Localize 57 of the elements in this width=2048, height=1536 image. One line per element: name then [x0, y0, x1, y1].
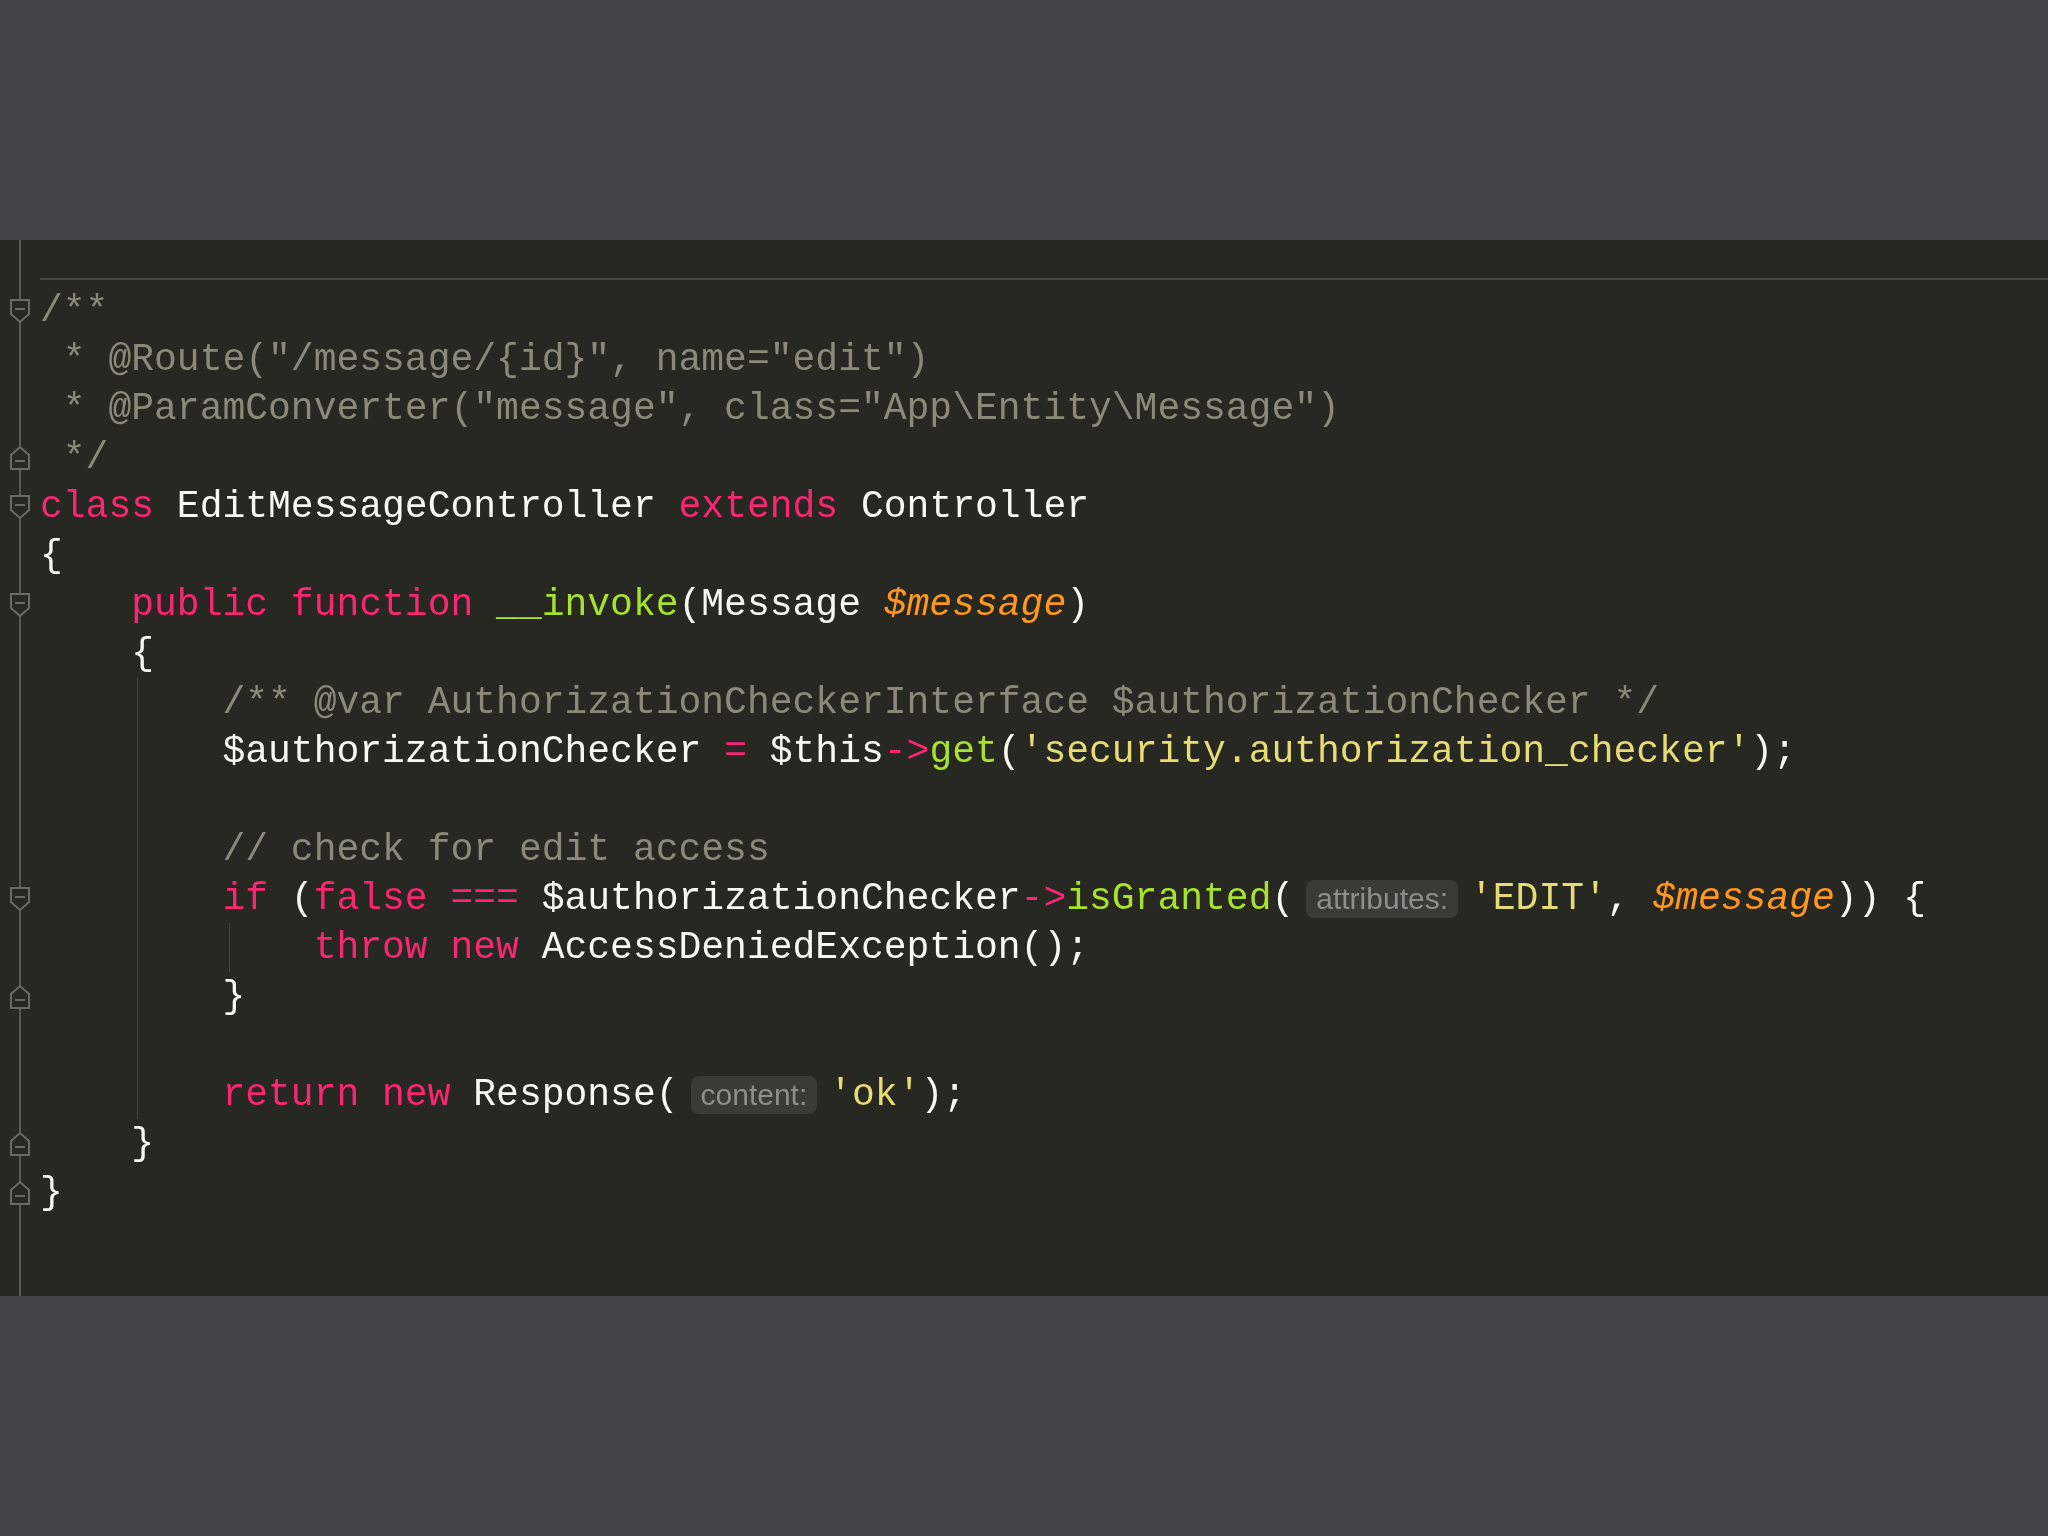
parameter-hint: attributes: [1306, 879, 1458, 918]
code-comment: * @ParamConverter("message", class="App\Entity\Message") [61, 387, 1340, 430]
code-comment: /** @var AuthorizationCheckerInterface $authorizationChecker */ [221, 681, 1660, 724]
code-operator: -> [883, 730, 930, 773]
code-editor[interactable] [0, 240, 2048, 1296]
fold-end-icon[interactable] [9, 983, 31, 1010]
code-text: )) { [1834, 877, 1927, 920]
code-operator: -> [1020, 877, 1067, 920]
fold-end-icon[interactable] [9, 1179, 31, 1206]
code-text: } [221, 975, 246, 1018]
parameter-hint: content: [690, 1075, 818, 1114]
string-literal: 'ok' [829, 1073, 921, 1116]
variable-name: $message [883, 583, 1067, 626]
code-text: $this [768, 730, 884, 773]
code-comment: /** [40, 289, 109, 332]
code-text: Response( [472, 1073, 679, 1116]
code-keyword: throw new [312, 926, 519, 969]
code-text: ); [920, 1073, 967, 1116]
code-text: AccessDeniedException(); [540, 926, 1089, 969]
code-operator: === [450, 877, 519, 920]
code-comment: */ [61, 436, 109, 479]
function-name: get [929, 730, 998, 773]
variable-name: $message [1652, 877, 1835, 920]
code-keyword: class [40, 485, 155, 528]
code-text: ( [997, 730, 1021, 773]
code-operator: = [724, 730, 747, 773]
code-text: Controller [859, 485, 1089, 528]
code-keyword: return new [221, 1073, 451, 1116]
code-keyword: extends [678, 485, 839, 528]
code-comment: // check for edit access [221, 828, 770, 871]
function-name: isGranted [1066, 877, 1272, 920]
fold-collapse-icon[interactable] [9, 493, 31, 520]
code-text: { [40, 534, 63, 577]
code-text: ( [1271, 877, 1295, 920]
code-text: (Message [678, 583, 862, 626]
code-text: $authorizationChecker [540, 877, 1021, 920]
code-text: { [130, 632, 155, 675]
code-keyword: if [221, 877, 269, 920]
code-keyword: public function [130, 583, 475, 626]
string-literal: 'EDIT' [1470, 877, 1607, 920]
code-text: ( [289, 877, 314, 920]
string-literal: 'security.authorization_checker' [1020, 730, 1751, 773]
fold-collapse-icon[interactable] [9, 885, 31, 912]
code-text: } [40, 1171, 63, 1214]
fold-collapse-icon[interactable] [9, 297, 31, 324]
code-text: ) [1066, 583, 1089, 626]
code-text: , [1606, 877, 1631, 920]
code-keyword: false [313, 877, 429, 920]
code-text: EditMessageController [175, 485, 657, 528]
code-text: ); [1750, 730, 1796, 773]
code-comment: * @Route("/message/{id}", name="edit") [61, 338, 930, 381]
code-text: } [130, 1122, 155, 1165]
code-text: $authorizationChecker [221, 730, 703, 773]
fold-collapse-icon[interactable] [9, 591, 31, 618]
fold-end-icon[interactable] [9, 1130, 31, 1157]
function-name: __invoke [496, 583, 679, 626]
fold-end-icon[interactable] [9, 444, 31, 471]
